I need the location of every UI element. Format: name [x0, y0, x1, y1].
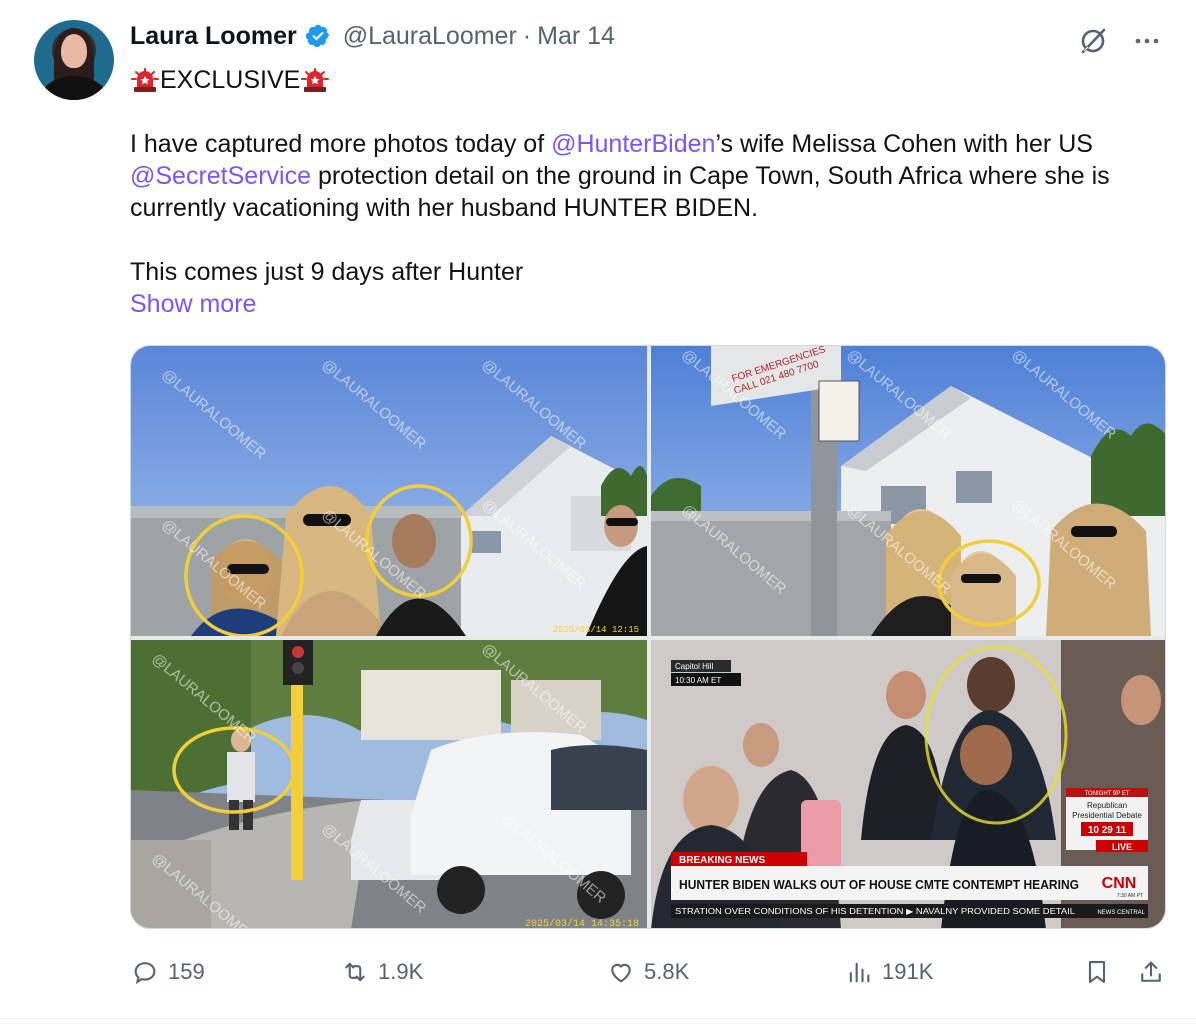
views-button[interactable]: 191K: [844, 952, 933, 992]
reply-icon: [130, 957, 160, 987]
body-text-segment: ’s wife Melissa Cohen with her US: [715, 130, 1093, 158]
analytics-icon: [844, 957, 874, 987]
cnn-ticker-brand: NEWS CENTRAL: [1097, 910, 1145, 916]
author-avatar[interactable]: [34, 20, 114, 100]
tweet: Laura Loomer @LauraLoomer · Mar 14 EXCLU…: [0, 0, 1196, 1024]
body-paragraph-2: This comes just 9 days after Hunter: [130, 258, 524, 286]
tweet-top-actions: [1078, 26, 1162, 56]
share-button[interactable]: [1136, 952, 1174, 992]
cnn-breaking-label: BREAKING NEWS: [679, 855, 765, 866]
cnn-ticker: STRATION OVER CONDITIONS OF HIS DETENTIO…: [675, 907, 1076, 916]
share-icon: [1136, 957, 1166, 987]
media-grid: @LAURALOOMER @LAURALOOMER @LAURALOOMER @…: [130, 345, 1166, 929]
tweet-divider: [0, 1018, 1196, 1019]
body-text-segment: I have captured more photos today of: [130, 130, 552, 158]
photo-timestamp: 2025/03/14 12:15: [553, 625, 639, 635]
cnn-live-badge: LIVE: [1112, 842, 1132, 852]
cnn-promo-top: TONIGHT 9P ET: [1084, 791, 1129, 797]
tweet-body: I have captured more photos today of @Hu…: [130, 128, 1160, 320]
tweet-actions: 159 1.9K 5.8K 191K: [130, 952, 1166, 992]
tweet-date[interactable]: Mar 14: [537, 22, 615, 51]
police-light-icon: [300, 65, 330, 95]
cnn-promo-line1: Republican: [1087, 801, 1127, 810]
media-photo-2[interactable]: FOR EMERGENCIES CALL 021 480 7700 @LAURA…: [651, 346, 1165, 636]
grok-icon[interactable]: [1078, 26, 1108, 56]
headline-text: EXCLUSIVE: [160, 65, 301, 94]
verified-badge-icon: [305, 23, 331, 49]
cnn-clock: 7:30 AM PT: [1117, 893, 1143, 899]
media-photo-3[interactable]: @LAURALOOMER @LAURALOOMER @LAURALOOMER @…: [131, 640, 647, 929]
body-paragraph-1: I have captured more photos today of @Hu…: [130, 128, 1160, 224]
like-button[interactable]: 5.8K: [606, 952, 689, 992]
cnn-promo-line2: Presidential Debate: [1072, 811, 1142, 820]
cnn-location-time: 10:30 AM ET: [675, 676, 721, 685]
photo-timestamp: 2025/03/14 14:35:18: [525, 918, 639, 929]
author-name[interactable]: Laura Loomer: [130, 22, 297, 51]
repost-button[interactable]: 1.9K: [340, 952, 423, 992]
like-count: 5.8K: [644, 959, 690, 984]
heart-icon: [606, 957, 636, 987]
reply-count: 159: [168, 959, 205, 984]
bookmark-button[interactable]: [1082, 952, 1120, 992]
view-count: 191K: [882, 959, 934, 984]
separator-dot: ·: [522, 21, 532, 50]
bookmark-icon: [1082, 957, 1112, 987]
police-light-icon: [130, 65, 160, 95]
media-photo-1[interactable]: @LAURALOOMER @LAURALOOMER @LAURALOOMER @…: [131, 346, 647, 636]
media-photo-4[interactable]: Capitol Hill 10:30 AM ET TONIGHT 9P ET R…: [651, 640, 1165, 928]
cnn-logo: CNN: [1102, 875, 1137, 892]
author-handle[interactable]: @LauraLoomer: [343, 22, 517, 51]
tweet-header: Laura Loomer @LauraLoomer · Mar 14: [130, 20, 615, 52]
cnn-promo-date: 10 29 11: [1088, 825, 1127, 836]
cnn-headline: HUNTER BIDEN WALKS OUT OF HOUSE CMTE CON…: [679, 877, 1079, 892]
mention-secretservice[interactable]: @SecretService: [130, 162, 311, 190]
repost-count: 1.9K: [378, 959, 424, 984]
show-more-link[interactable]: Show more: [130, 290, 256, 318]
tweet-headline: EXCLUSIVE: [130, 64, 330, 96]
more-options-icon[interactable]: [1132, 26, 1162, 56]
cnn-location: Capitol Hill: [675, 662, 713, 671]
reply-button[interactable]: 159: [130, 952, 205, 992]
mention-hunterbiden[interactable]: @HunterBiden: [551, 130, 715, 158]
repost-icon: [340, 957, 370, 987]
